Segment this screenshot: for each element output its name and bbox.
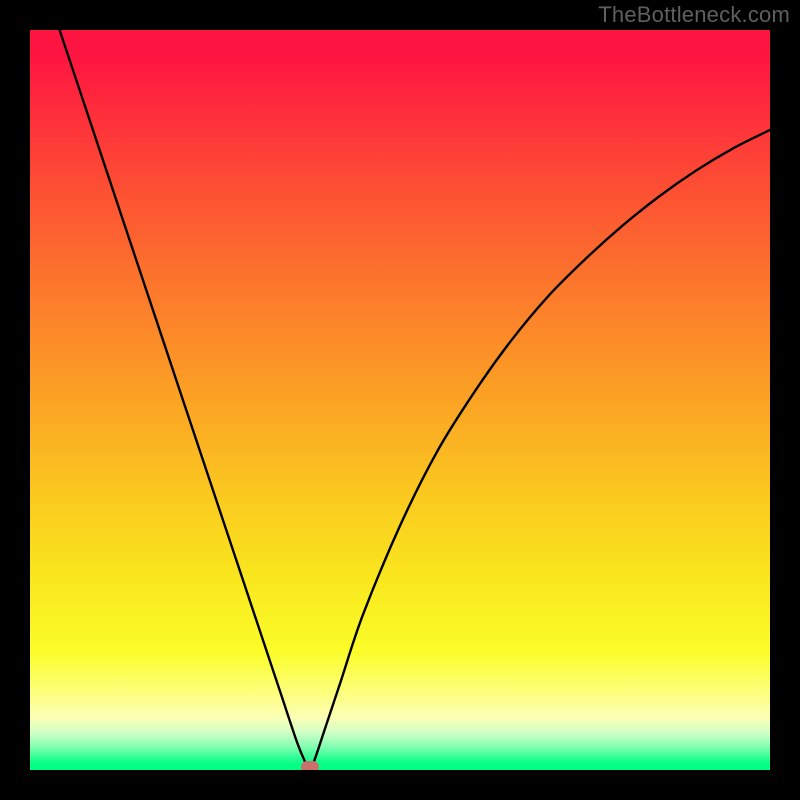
- plot-area: [30, 30, 770, 770]
- bottleneck-curve-path: [60, 30, 770, 770]
- watermark-text: TheBottleneck.com: [598, 2, 790, 28]
- curve-svg: [30, 30, 770, 770]
- optimal-point-marker: [301, 761, 319, 770]
- chart-container: TheBottleneck.com: [0, 0, 800, 800]
